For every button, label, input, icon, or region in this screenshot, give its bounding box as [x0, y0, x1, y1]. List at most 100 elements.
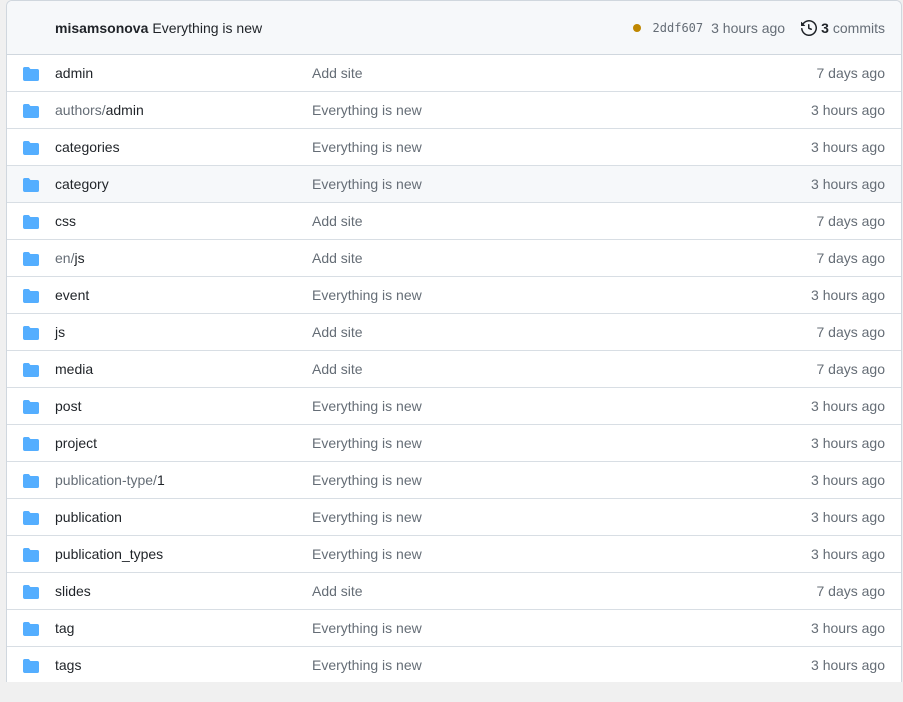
folder-icon — [23, 141, 39, 155]
dir-name: js — [55, 324, 66, 340]
row-commit-message-link[interactable]: Add site — [312, 65, 363, 81]
file-name-link[interactable]: js — [55, 324, 65, 340]
folder-icon — [23, 511, 39, 525]
file-row[interactable]: category Everything is new 3 hours ago — [7, 166, 901, 203]
dir-name: 1 — [156, 472, 165, 488]
file-row[interactable]: post Everything is new 3 hours ago — [7, 388, 901, 425]
file-row[interactable]: js Add site 7 days ago — [7, 314, 901, 351]
file-row[interactable]: tags Everything is new 3 hours ago — [7, 647, 901, 682]
dir-name: media — [55, 361, 94, 377]
file-row[interactable]: tag Everything is new 3 hours ago — [7, 610, 901, 647]
row-commit-age: 7 days ago — [816, 324, 886, 340]
file-name-link[interactable]: publication_types — [55, 546, 163, 562]
file-name-link[interactable]: event — [55, 287, 89, 303]
row-commit-message-link[interactable]: Everything is new — [312, 176, 422, 192]
row-commit-message-link[interactable]: Everything is new — [312, 546, 422, 562]
folder-icon — [23, 622, 39, 636]
row-commit-age: 3 hours ago — [811, 398, 885, 414]
status-dot-icon[interactable] — [632, 23, 641, 32]
row-commit-message-link[interactable]: Everything is new — [312, 139, 422, 155]
row-commit-age: 3 hours ago — [811, 139, 885, 155]
file-row[interactable]: media Add site 7 days ago — [7, 351, 901, 388]
commit-sha-link[interactable]: 2ddf607 — [653, 21, 704, 35]
file-name-link[interactable]: post — [55, 398, 81, 414]
row-commit-message-link[interactable]: Add site — [312, 213, 363, 229]
file-row[interactable]: authors/admin Everything is new 3 hours ag… — [7, 92, 901, 129]
commit-time: 3 hours ago — [711, 19, 786, 36]
dir-name: admin — [105, 102, 144, 118]
folder-icon — [23, 252, 39, 266]
row-commit-message-link[interactable]: Add site — [312, 250, 363, 266]
folder-icon — [23, 437, 39, 451]
folder-icon — [23, 215, 39, 229]
commit-message-link[interactable]: Everything is new — [152, 20, 262, 36]
row-commit-age: 7 days ago — [816, 65, 886, 81]
dir-name: admin — [55, 65, 94, 81]
dir-name: publication_types — [55, 546, 164, 562]
file-name-link[interactable]: publication — [55, 509, 122, 525]
folder-icon — [23, 178, 39, 192]
file-row[interactable]: admin Add site 7 days ago — [7, 55, 901, 92]
file-name-link[interactable]: categories — [55, 139, 120, 155]
path-prefix: en/ — [55, 250, 75, 266]
dir-name: slides — [55, 583, 91, 599]
row-commit-age: 3 hours ago — [811, 472, 885, 488]
row-commit-message-link[interactable]: Everything is new — [312, 472, 422, 488]
folder-icon — [23, 326, 39, 340]
folder-icon — [23, 548, 39, 562]
row-commit-age: 7 days ago — [816, 361, 886, 377]
file-row[interactable]: publication_types Everything is new 3 hour… — [7, 536, 901, 573]
file-name-link[interactable]: media — [55, 361, 93, 377]
latest-commit-bar: misamsonova Everything is new 2ddf607 3 … — [7, 1, 901, 55]
file-name-link[interactable]: authors/admin — [55, 102, 144, 118]
row-commit-message-link[interactable]: Add site — [312, 361, 363, 377]
row-commit-message-link[interactable]: Everything is new — [312, 435, 422, 451]
file-browser: misamsonova Everything is new 2ddf607 3 … — [6, 0, 902, 682]
row-commit-message-link[interactable]: Everything is new — [312, 287, 422, 303]
file-row[interactable]: en/js Add site 7 days ago — [7, 240, 901, 277]
row-commit-message-link[interactable]: Everything is new — [312, 620, 422, 636]
folder-icon — [23, 400, 39, 414]
folder-icon — [23, 363, 39, 377]
file-row[interactable]: publication-type/1 Everything is new 3 hou… — [7, 462, 901, 499]
dir-name: css — [55, 213, 76, 229]
row-commit-message-link[interactable]: Everything is new — [312, 398, 422, 414]
row-commit-message-link[interactable]: Everything is new — [312, 509, 422, 525]
dir-name: tag — [55, 620, 75, 636]
file-name-link[interactable]: css — [55, 213, 76, 229]
file-name-link[interactable]: slides — [55, 583, 91, 599]
row-commit-message-link[interactable]: Add site — [312, 324, 363, 340]
commit-author-link[interactable]: misamsonova — [55, 20, 148, 36]
row-commit-age: 3 hours ago — [811, 176, 885, 192]
file-row[interactable]: publication Everything is new 3 hours ago — [7, 499, 901, 536]
folder-icon — [23, 289, 39, 303]
dir-name: publication — [55, 509, 122, 525]
dir-name: category — [55, 176, 109, 192]
commits-label: commits — [832, 19, 885, 36]
file-row[interactable]: categories Everything is new 3 hours ago — [7, 129, 901, 166]
dir-name: project — [55, 435, 98, 451]
file-row[interactable]: event Everything is new 3 hours ago — [7, 277, 901, 314]
row-commit-message-link[interactable]: Add site — [312, 583, 363, 599]
file-name-link[interactable]: admin — [55, 65, 93, 81]
file-name-link[interactable]: category — [55, 176, 109, 192]
file-row[interactable]: project Everything is new 3 hours ago — [7, 425, 901, 462]
row-commit-age: 3 hours ago — [811, 102, 885, 118]
folder-icon — [23, 585, 39, 599]
path-prefix: authors/ — [55, 102, 106, 118]
file-name-link[interactable]: en/js — [55, 250, 85, 266]
file-row[interactable]: slides Add site 7 days ago — [7, 573, 901, 610]
dir-name: js — [74, 250, 85, 266]
row-commit-age: 3 hours ago — [811, 620, 885, 636]
row-commit-age: 7 days ago — [816, 583, 886, 599]
row-commit-message-link[interactable]: Everything is new — [312, 102, 422, 118]
row-commit-message-link[interactable]: Everything is new — [312, 657, 422, 673]
commits-count: 3 — [821, 19, 829, 36]
file-name-link[interactable]: tags — [55, 657, 81, 673]
file-row[interactable]: css Add site 7 days ago — [7, 203, 901, 240]
row-commit-age: 3 hours ago — [811, 435, 885, 451]
file-name-link[interactable]: project — [55, 435, 97, 451]
file-name-link[interactable]: publication-type/1 — [55, 472, 165, 488]
commits-history-link[interactable]: 3 commits — [801, 20, 885, 36]
file-name-link[interactable]: tag — [55, 620, 74, 636]
